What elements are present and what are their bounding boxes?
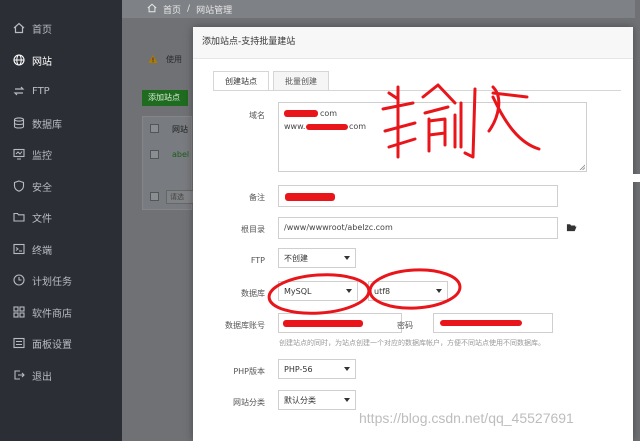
home-icon[interactable] <box>147 3 157 16</box>
php-version-label: PHP版本 <box>233 367 265 376</box>
breadcrumb-separator: / <box>187 4 191 14</box>
ftp-icon <box>13 85 25 97</box>
redacted-remark <box>285 193 335 201</box>
watermark: https://blog.csdn.net/qq_45527691 <box>359 410 574 426</box>
category-label: 网站分类 <box>233 398 265 407</box>
domain-textarea[interactable]: com www. com <box>278 102 587 172</box>
sidebar-item-home[interactable]: 首页 <box>0 16 122 40</box>
tab-create-site[interactable]: 创建站点 <box>213 71 269 91</box>
chevron-down-icon <box>344 256 350 260</box>
batch-select[interactable]: 请选 <box>166 190 194 204</box>
warning-icon <box>148 54 158 64</box>
root-dir-input[interactable]: /www/wwwroot/abelzc.com <box>278 217 558 239</box>
database-label: 数据库 <box>241 289 265 298</box>
chevron-down-icon <box>346 289 352 293</box>
php-version-value: PHP-56 <box>284 364 313 374</box>
sidebar-item-store[interactable]: 软件商店 <box>0 300 122 324</box>
db-password-input[interactable] <box>433 313 553 333</box>
sidebar-item-label: 计划任务 <box>32 276 72 288</box>
redacted-domain <box>306 124 348 130</box>
monitor-icon <box>13 148 25 160</box>
sidebar-item-label: 退出 <box>32 371 52 383</box>
sidebar-item-ftp[interactable]: FTP <box>0 79 122 103</box>
logout-icon <box>13 369 25 381</box>
batch-checkbox[interactable] <box>150 192 159 201</box>
chevron-down-icon <box>344 398 350 402</box>
table-header-site: 网站 <box>172 125 188 134</box>
database-icon <box>13 117 25 129</box>
select-all-checkbox[interactable] <box>150 124 159 133</box>
sidebar-item-label: 终端 <box>32 245 52 257</box>
ftp-select[interactable]: 不创建 <box>278 248 356 268</box>
sidebar-item-terminal[interactable]: 终端 <box>0 237 122 261</box>
sidebar-item-label: 网站 <box>32 56 52 68</box>
domain-line-1: com <box>320 109 338 118</box>
sidebar-item-monitor[interactable]: 监控 <box>0 142 122 166</box>
chevron-down-icon <box>436 289 442 293</box>
redacted-domain <box>284 110 318 117</box>
remark-input[interactable] <box>278 185 558 207</box>
category-select[interactable]: 默认分类 <box>278 390 356 410</box>
terminal-icon <box>13 243 25 255</box>
add-site-button[interactable]: 添加站点 <box>142 90 188 106</box>
scrollbar-notch <box>633 174 640 182</box>
background-strip <box>635 0 640 441</box>
domain-line-2-prefix: www. <box>284 122 306 131</box>
sidebar-item-label: 文件 <box>32 213 52 225</box>
tab-batch-create[interactable]: 批量创建 <box>273 71 329 91</box>
sidebar-item-label: 监控 <box>32 150 52 162</box>
breadcrumb-home[interactable]: 首页 <box>163 3 181 16</box>
domain-label: 域名 <box>249 111 265 120</box>
home-icon <box>13 22 25 34</box>
globe-icon <box>13 54 25 66</box>
redacted-password <box>440 320 522 326</box>
remark-label: 备注 <box>249 193 265 202</box>
clock-icon <box>13 274 25 286</box>
chevron-down-icon <box>344 367 350 371</box>
redacted-account <box>283 320 363 327</box>
sidebar-item-cron[interactable]: 计划任务 <box>0 268 122 292</box>
category-value: 默认分类 <box>284 395 316 405</box>
sidebar-item-files[interactable]: 文件 <box>0 205 122 229</box>
database-type-select[interactable]: MySQL <box>278 281 358 301</box>
sidebar-item-security[interactable]: 安全 <box>0 174 122 198</box>
php-version-select[interactable]: PHP-56 <box>278 359 356 379</box>
sidebar-item-logout[interactable]: 退出 <box>0 363 122 387</box>
shield-icon <box>13 180 25 192</box>
sidebar-item-label: 软件商店 <box>32 308 72 320</box>
folder-icon[interactable] <box>566 222 577 236</box>
db-hint-text: 创建站点的同时，为站点创建一个对应的数据库帐户，方便不同站点使用不同数据库。 <box>279 339 545 347</box>
folder-icon <box>13 211 25 223</box>
warning-text: 使用 <box>166 55 182 64</box>
sidebar-item-label: 面板设置 <box>32 339 72 351</box>
breadcrumb: 首页 / 网站管理 <box>122 0 640 18</box>
dialog-title: 添加站点-支持批量建站 <box>193 27 633 59</box>
sidebar-item-database[interactable]: 数据库 <box>0 111 122 135</box>
domain-line-2-suffix: com <box>349 122 367 131</box>
database-charset-value: utf8 <box>374 286 391 296</box>
row-checkbox[interactable] <box>150 150 159 159</box>
resize-grip-icon[interactable] <box>579 164 585 170</box>
database-charset-select[interactable]: utf8 <box>368 281 448 301</box>
table-cell-site[interactable]: abel <box>172 150 189 159</box>
tab-divider <box>213 90 621 91</box>
db-password-label: 密码 <box>397 321 413 330</box>
ftp-label: FTP <box>250 256 265 265</box>
root-dir-label: 根目录 <box>241 225 265 234</box>
sidebar-item-settings[interactable]: 面板设置 <box>0 331 122 355</box>
sidebar-item-label: FTP <box>32 85 50 97</box>
sidebar-item-website[interactable]: 网站 <box>0 48 122 72</box>
db-account-label: 数据库账号 <box>225 321 265 330</box>
add-site-dialog: 添加站点-支持批量建站 创建站点 批量创建 域名 com www. com 备注… <box>193 27 633 441</box>
sidebar: 首页 网站 FTP 数据库 监控 安全 文件 终端 计划任务 软件商店 面板设置… <box>0 0 122 441</box>
sidebar-item-label: 数据库 <box>32 119 62 131</box>
store-icon <box>13 306 25 318</box>
settings-icon <box>13 337 25 349</box>
breadcrumb-current: 网站管理 <box>196 5 233 16</box>
ftp-select-value: 不创建 <box>284 253 308 263</box>
sidebar-item-label: 安全 <box>32 182 52 194</box>
database-type-value: MySQL <box>284 286 312 296</box>
sidebar-item-label: 首页 <box>32 24 52 36</box>
